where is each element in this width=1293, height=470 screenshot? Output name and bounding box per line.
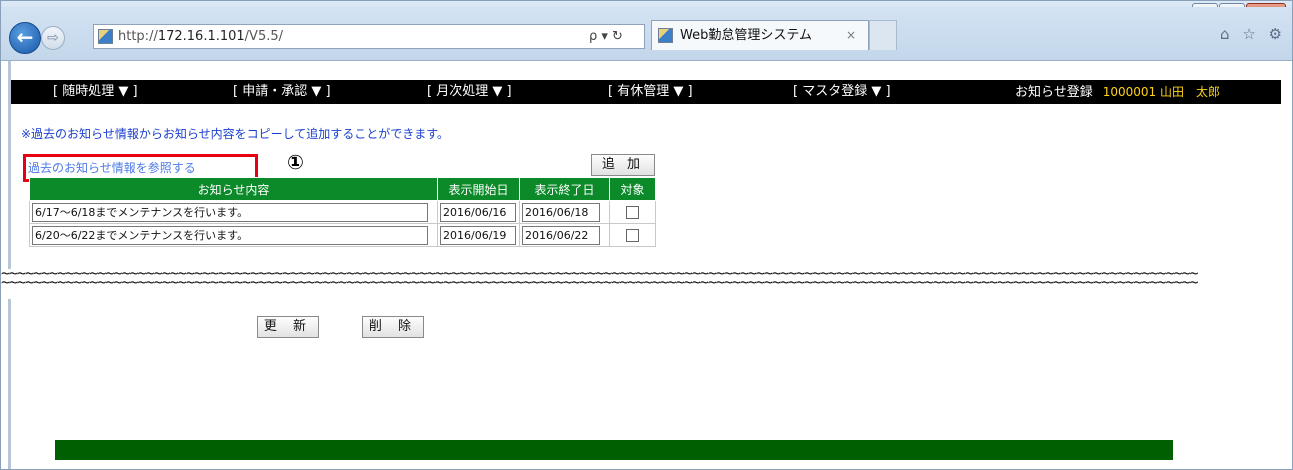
menu-master-registration[interactable]: [ マスタ登録 ▼ ]	[793, 80, 891, 104]
home-favorites-settings-icons[interactable]: ⌂ ☆ ⚙	[1220, 25, 1286, 43]
url-path: /V5.5/	[244, 29, 283, 44]
main-content: ※過去のお知らせ情報からお知らせ内容をコピーして追加することができます。 過去の…	[11, 104, 1281, 268]
notices-table: お知らせ内容 表示開始日 表示終了日 対象 6/17～6/18までメンテナンスを…	[29, 177, 656, 247]
user-name: 1000001 山田 太郎	[1102, 85, 1221, 99]
search-refresh-icons[interactable]: ρ ▾ ↻	[589, 24, 623, 49]
url-protocol: http://	[118, 29, 158, 44]
header-content: お知らせ内容	[29, 177, 438, 201]
page-user-info: お知らせ登録 1000001 山田 太郎	[1015, 80, 1220, 105]
menu-adhoc[interactable]: [ 随時処理 ▼ ]	[53, 80, 138, 104]
target-checkbox[interactable]	[626, 205, 639, 219]
wavy-separator: ~~~~~~~~~~~~~~~~~~~~~~~~~~~~~~~~~~~~~~~~…	[1, 269, 1292, 299]
end-date-input[interactable]: 2016/06/18	[522, 202, 600, 222]
menu-monthly[interactable]: [ 月次処理 ▼ ]	[427, 80, 512, 104]
notice-content-input[interactable]: 6/17～6/18までメンテナンスを行います。	[32, 202, 428, 222]
address-bar[interactable]: http://172.16.1.101/V5.5/	[93, 24, 645, 49]
action-area: 更 新 削 除	[11, 299, 1281, 467]
table-header-row: お知らせ内容 表示開始日 表示終了日 対象	[29, 177, 656, 201]
header-end-date: 表示終了日	[519, 177, 610, 201]
add-button[interactable]: 追 加	[591, 154, 655, 176]
start-date-input[interactable]: 2016/06/16	[440, 202, 516, 222]
url-host: 172.16.1.101	[157, 29, 245, 44]
browser-tab[interactable]: Web勤怠管理システム ×	[651, 20, 869, 50]
back-button[interactable]: ←	[9, 22, 41, 54]
table-row: 6/17～6/18までメンテナンスを行います。 2016/06/16 2016/…	[29, 200, 656, 224]
header-start-date: 表示開始日	[437, 177, 520, 201]
wavy-line-2: ~~~~~~~~~~~~~~~~~~~~~~~~~~~~~~~~~~~~~~~~…	[1, 273, 1199, 291]
target-checkbox[interactable]	[626, 228, 639, 242]
browser-toolbar: ← ⇨ http://172.16.1.101/V5.5/ ρ ▾ ↻ Web勤…	[1, 7, 1292, 61]
annotation-number: ①	[287, 150, 304, 174]
page-name: お知らせ登録	[1015, 85, 1093, 100]
new-tab-button[interactable]	[869, 20, 897, 50]
table-row: 6/20～6/22までメンテナンスを行います。 2016/06/19 2016/…	[29, 223, 656, 247]
tab-close-icon[interactable]: ×	[846, 21, 856, 50]
tab-title: Web勤怠管理システム	[680, 28, 812, 43]
footer-bar	[55, 440, 1173, 460]
update-button[interactable]: 更 新	[257, 316, 319, 338]
tab-favicon-icon	[658, 28, 673, 43]
start-date-input[interactable]: 2016/06/19	[440, 225, 516, 245]
menu-bar: [ 随時処理 ▼ ] [ 申請・承認 ▼ ] [ 月次処理 ▼ ] [ 有休管理…	[11, 80, 1281, 104]
forward-button[interactable]: ⇨	[41, 26, 65, 50]
notice-content-input[interactable]: 6/20～6/22までメンテナンスを行います。	[32, 225, 428, 245]
notice-text: ※過去のお知らせ情報からお知らせ内容をコピーして追加することができます。	[21, 127, 450, 141]
end-date-input[interactable]: 2016/06/22	[522, 225, 600, 245]
browser-window: ▬ ▫ ✕ ← ⇨ http://172.16.1.101/V5.5/ ρ ▾ …	[0, 0, 1293, 470]
menu-paid-leave[interactable]: [ 有休管理 ▼ ]	[608, 80, 693, 104]
site-favicon-icon	[98, 29, 113, 44]
delete-button[interactable]: 削 除	[362, 316, 424, 338]
header-target: 対象	[609, 177, 656, 201]
menu-application-approval[interactable]: [ 申請・承認 ▼ ]	[233, 80, 331, 104]
